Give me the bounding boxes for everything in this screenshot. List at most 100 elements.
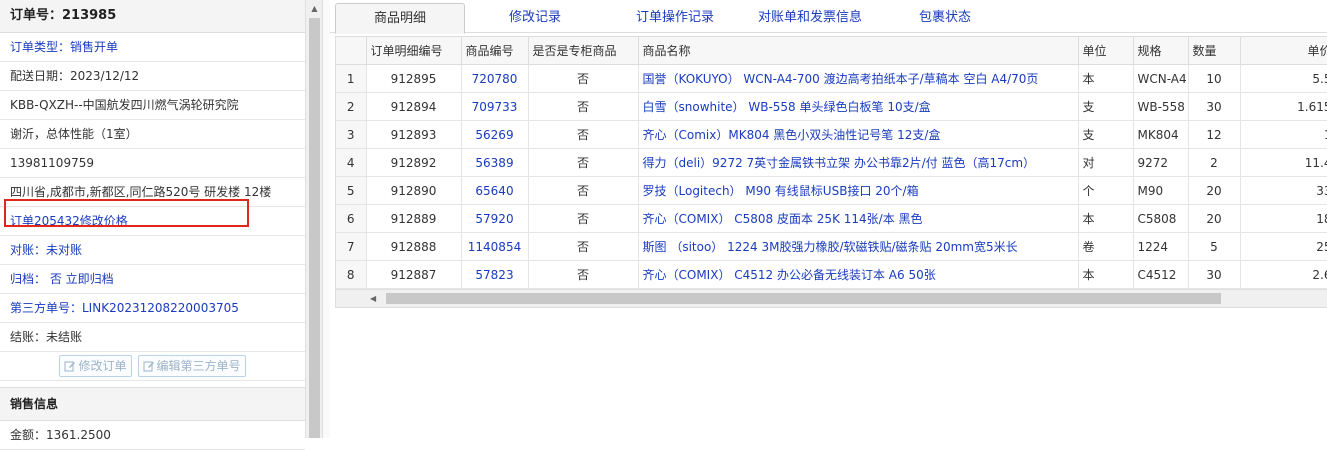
cell-counter-flag: 否 (528, 260, 639, 289)
cell-product-id[interactable]: 56389 (461, 148, 529, 177)
table-row[interactable]: 4 912892 56389 否得力（deli）9272 7英寸金属铁书立架 办公书靠… (336, 148, 1327, 177)
table-row[interactable]: 8 912887 57823 否齐心（COMIX） C4512 办公必备无线装订本 A… (336, 260, 1327, 289)
cell-spec: C5808 (1133, 204, 1189, 233)
tab-bar: 商品明细 修改记录 订单操作记录 对账单和发票信息 包裹状态 (330, 0, 1327, 34)
cell-product-name[interactable]: 齐心（COMIX） C5808 皮面本 25K 114张/本 黑色 (638, 204, 1079, 233)
cell-detail-id: 912890 (366, 176, 462, 205)
cell-row-index: 6 (336, 204, 367, 233)
cell-spec: 1224 (1133, 232, 1189, 261)
cell-product-name[interactable]: 白雪（snowhite） WB-558 单头绿色白板笔 10支/盒 (638, 92, 1079, 121)
cell-spec: WB-558 (1133, 92, 1189, 121)
cell-quantity: 12 (1188, 120, 1241, 149)
cell-product-name[interactable]: 国誉（KOKUYO） WCN-A4-700 渡边高考拍纸本子/草稿本 空白 A4… (638, 64, 1079, 93)
edit-order-button[interactable]: 修改订单 (59, 355, 132, 377)
cell-row-index: 5 (336, 176, 367, 205)
cell-unit: 本 (1078, 260, 1134, 289)
cell-product-id[interactable]: 709733 (461, 92, 529, 121)
cell-unit: 本 (1078, 204, 1134, 233)
edit-icon (64, 361, 76, 372)
highlight-box (4, 199, 249, 227)
customer-name: KBB-QXZH--中国航发四川燃气涡轮研究院 (0, 91, 305, 120)
sales-info-title: 销售信息 (0, 387, 305, 421)
tab-modify-records[interactable]: 修改记录 (480, 3, 590, 32)
cell-unit-price: 5.5 (1240, 64, 1327, 93)
cell-product-name[interactable]: 得力（deli）9272 7英寸金属铁书立架 办公书靠2片/付 蓝色（高17cm… (638, 148, 1079, 177)
col-header-unit[interactable]: 单位 (1078, 37, 1134, 65)
tab-statement-invoice[interactable]: 对账单和发票信息 (745, 3, 875, 32)
reconcile-status[interactable]: 对账：未对账 (0, 236, 305, 265)
order-type: 订单类型：销售开单 (0, 33, 305, 62)
cell-unit: 支 (1078, 120, 1134, 149)
cell-spec: 9272 (1133, 148, 1189, 177)
col-header-spec[interactable]: 规格 (1133, 37, 1189, 65)
cell-counter-flag: 否 (528, 148, 639, 177)
contact-person: 谢沂，总体性能（1室） (0, 120, 305, 149)
cell-product-id[interactable]: 56269 (461, 120, 529, 149)
order-actions: 修改订单 编辑第三方单号 (0, 352, 305, 381)
cell-detail-id: 912894 (366, 92, 462, 121)
detail-panel: 商品明细 修改记录 订单操作记录 对账单和发票信息 包裹状态 订单明细编号 商品… (330, 0, 1327, 438)
scroll-left-icon[interactable]: ◀ (370, 290, 382, 307)
table-row[interactable]: 6 912889 57920 否齐心（COMIX） C5808 皮面本 25K 114… (336, 204, 1327, 233)
cell-product-id[interactable]: 1140854 (461, 232, 529, 261)
cell-spec: M90 (1133, 176, 1189, 205)
cell-product-name[interactable]: 齐心（COMIX） C4512 办公必备无线装订本 A6 50张 (638, 260, 1079, 289)
cell-counter-flag: 否 (528, 64, 639, 93)
cell-counter-flag: 否 (528, 176, 639, 205)
cell-product-id[interactable]: 57920 (461, 204, 529, 233)
table-row[interactable]: 5 912890 65640 否罗技（Logitech） M90 有线鼠标USB接口 … (336, 176, 1327, 205)
table-row[interactable]: 7 912888 1140854 否斯图 （sitoo） 1224 3M胶强力橡胶/软… (336, 232, 1327, 261)
cell-product-name[interactable]: 齐心（Comix）MK804 黑色小双头油性记号笔 12支/盒 (638, 120, 1079, 149)
sales-amount: 金额：1361.2500 (0, 421, 305, 450)
horizontal-scrollbar[interactable]: ◀ (336, 289, 1327, 307)
scrollbar-thumb[interactable] (309, 18, 320, 438)
cell-unit: 本 (1078, 64, 1134, 93)
edit-third-party-label: 编辑第三方单号 (156, 359, 241, 373)
tab-operation-records[interactable]: 订单操作记录 (615, 3, 735, 32)
order-number-title: 订单号：213985 (0, 0, 305, 33)
tab-package-status[interactable]: 包裹状态 (900, 3, 990, 32)
col-header-quantity[interactable]: 数量 (1188, 37, 1241, 65)
edit-order-label: 修改订单 (78, 359, 127, 373)
cell-row-index: 3 (336, 120, 367, 149)
table-row[interactable]: 1 912895 720780 否国誉（KOKUYO） WCN-A4-700 渡边高考… (336, 64, 1327, 93)
scroll-up-icon[interactable]: ▲ (306, 0, 323, 17)
contact-phone: 13981109759 (0, 149, 305, 178)
col-header-product-id[interactable]: 商品编号 (461, 37, 529, 65)
cell-detail-id: 912893 (366, 120, 462, 149)
col-header-product-name[interactable]: 商品名称 (638, 37, 1079, 65)
cell-row-index: 8 (336, 260, 367, 289)
cell-product-id[interactable]: 720780 (461, 64, 529, 93)
cell-detail-id: 912888 (366, 232, 462, 261)
cell-row-index: 4 (336, 148, 367, 177)
col-header-unit-price[interactable]: 单价 (1240, 37, 1327, 65)
col-header-index (336, 37, 367, 65)
cell-product-name[interactable]: 斯图 （sitoo） 1224 3M胶强力橡胶/软磁铁贴/磁条贴 20mm宽5米… (638, 232, 1079, 261)
tab-product-details[interactable]: 商品明细 (335, 3, 465, 34)
product-table: 订单明细编号 商品编号 是否是专柜商品 商品名称 单位 规格 数量 单价 191… (335, 36, 1327, 308)
cell-unit: 支 (1078, 92, 1134, 121)
edit-icon (143, 361, 154, 372)
cell-quantity: 20 (1188, 204, 1241, 233)
col-header-counter-product[interactable]: 是否是专柜商品 (528, 37, 639, 65)
cell-row-index: 7 (336, 232, 367, 261)
cell-quantity: 2 (1188, 148, 1241, 177)
archive-status[interactable]: 归档： 否 立即归档 (0, 265, 305, 294)
scrollbar-thumb[interactable] (386, 293, 1221, 304)
edit-third-party-button[interactable]: 编辑第三方单号 (137, 355, 246, 377)
cell-product-name[interactable]: 罗技（Logitech） M90 有线鼠标USB接口 20个/箱 (638, 176, 1079, 205)
cell-counter-flag: 否 (528, 232, 639, 261)
cell-product-id[interactable]: 65640 (461, 176, 529, 205)
cell-counter-flag: 否 (528, 204, 639, 233)
table-row[interactable]: 3 912893 56269 否齐心（Comix）MK804 黑色小双头油性记号笔 1… (336, 120, 1327, 149)
cell-product-id[interactable]: 57823 (461, 260, 529, 289)
cell-unit-price: 2.6 (1240, 260, 1327, 289)
cell-quantity: 30 (1188, 260, 1241, 289)
cell-spec: C4512 (1133, 260, 1189, 289)
table-row[interactable]: 2 912894 709733 否白雪（snowhite） WB-558 单头绿色白板… (336, 92, 1327, 121)
col-header-detail-id[interactable]: 订单明细编号 (366, 37, 462, 65)
cell-unit-price: 25 (1240, 232, 1327, 261)
cell-spec: WCN-A4 (1133, 64, 1189, 93)
cell-unit: 个 (1078, 176, 1134, 205)
left-scrollbar[interactable]: ▲ (305, 0, 323, 438)
